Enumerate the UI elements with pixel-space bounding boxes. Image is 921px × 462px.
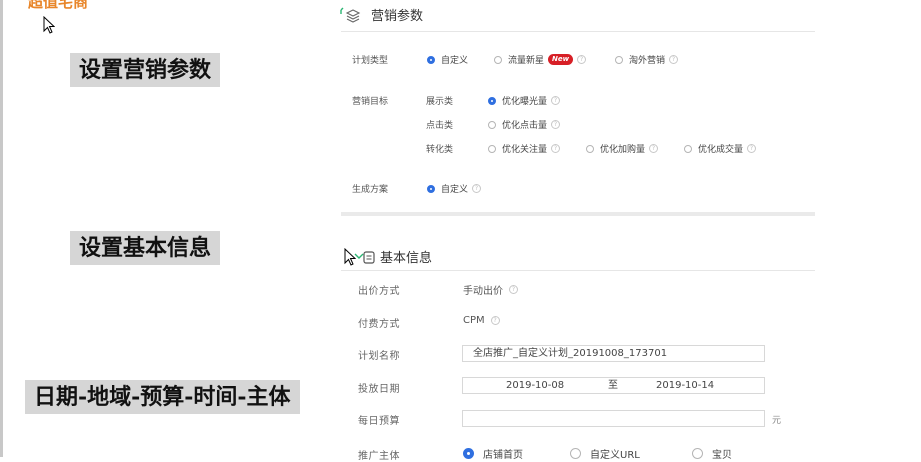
- help-icon[interactable]: ?: [490, 316, 500, 325]
- help-icon[interactable]: ?: [472, 184, 482, 193]
- goal-group-display-label: 展示类: [426, 97, 454, 107]
- plan-gen-custom-option[interactable]: 自定义 ?: [427, 182, 482, 195]
- budget-label: 每日预算: [358, 416, 400, 427]
- left-edge-bar: [0, 0, 3, 457]
- date-separator: 至: [608, 380, 618, 391]
- subject-custom-url-option[interactable]: 自定义URL: [570, 446, 640, 461]
- pay-mode-value: CPM: [463, 315, 485, 326]
- help-icon[interactable]: ?: [551, 96, 561, 105]
- plan-type-label: 计划类型: [352, 56, 389, 66]
- plan-name-input[interactable]: 全店推广_自定义计划_20191008_173701: [462, 345, 765, 362]
- goal-group-conversion-label: 转化类: [426, 145, 454, 155]
- help-icon[interactable]: ?: [669, 55, 679, 64]
- help-icon[interactable]: ?: [551, 120, 561, 129]
- radio-icon[interactable]: [692, 448, 703, 459]
- plan-name-label: 计划名称: [358, 351, 400, 362]
- radio-icon[interactable]: [684, 144, 692, 153]
- label-basic-info: 设置基本信息: [70, 231, 221, 265]
- section-divider: [341, 212, 815, 216]
- plan-type-custom-option[interactable]: 自定义: [427, 53, 468, 66]
- radio-icon[interactable]: [488, 120, 496, 129]
- help-icon[interactable]: ?: [747, 144, 757, 153]
- plan-type-traffic-star-option[interactable]: 流量新星 New ?: [494, 53, 587, 66]
- help-icon[interactable]: ?: [509, 285, 518, 294]
- bid-mode-label: 出价方式: [358, 286, 400, 297]
- goal-group-click-label: 点击类: [426, 121, 454, 131]
- info-card-icon: [354, 250, 375, 264]
- radio-selected-icon[interactable]: [463, 448, 474, 459]
- goal-click-option[interactable]: 优化点击量 ?: [488, 118, 561, 131]
- goal-label: 营销目标: [352, 97, 389, 107]
- budget-unit: 元: [772, 416, 782, 426]
- help-icon[interactable]: ?: [551, 144, 561, 153]
- date-end[interactable]: 2019-10-14: [656, 378, 714, 393]
- basic-header-divider: [341, 270, 815, 271]
- plan-gen-label: 生成方案: [352, 185, 389, 195]
- date-range-input[interactable]: 2019-10-08 至 2019-10-14: [462, 377, 765, 394]
- date-start[interactable]: 2019-10-08: [506, 378, 564, 393]
- mouse-cursor-icon: [43, 16, 55, 34]
- label-marketing-params: 设置营销参数: [70, 53, 221, 87]
- new-badge: New: [548, 54, 574, 65]
- help-icon[interactable]: ?: [577, 55, 587, 64]
- brand-title: 超值宅商: [28, 0, 89, 11]
- goal-exposure-option[interactable]: 优化曝光量 ?: [488, 94, 561, 107]
- radio-selected-icon[interactable]: [427, 55, 435, 64]
- radio-icon[interactable]: [615, 55, 623, 64]
- basic-panel-header: 基本信息: [344, 247, 432, 266]
- bid-mode-value: 手动出价: [463, 286, 503, 297]
- budget-input[interactable]: [462, 410, 765, 427]
- plan-type-external-option[interactable]: 淘外营销 ?: [615, 53, 679, 66]
- bid-mode-value-row: 手动出价 ?: [463, 282, 518, 297]
- layers-icon: [340, 7, 361, 23]
- radio-icon[interactable]: [488, 144, 496, 153]
- radio-icon[interactable]: [586, 144, 594, 153]
- subject-label: 推广主体: [358, 451, 400, 462]
- date-label: 投放日期: [358, 384, 400, 395]
- pay-mode-label: 付费方式: [358, 319, 400, 330]
- radio-icon[interactable]: [570, 448, 581, 459]
- radio-icon[interactable]: [494, 55, 502, 64]
- subject-item-option[interactable]: 宝贝: [692, 446, 732, 461]
- help-icon[interactable]: ?: [649, 144, 659, 153]
- goal-follow-option[interactable]: 优化关注量 ?: [488, 142, 561, 155]
- radio-selected-icon[interactable]: [488, 96, 496, 105]
- marketing-panel-title: 营销参数: [371, 9, 424, 24]
- label-schedule-settings: 日期-地域-预算-时间-主体: [25, 380, 300, 414]
- goal-deal-option[interactable]: 优化成交量 ?: [684, 142, 757, 155]
- radio-selected-icon[interactable]: [427, 184, 435, 193]
- marketing-header-divider: [341, 31, 815, 32]
- goal-add-cart-option[interactable]: 优化加购量 ?: [586, 142, 659, 155]
- marketing-panel-header: 营销参数: [339, 5, 423, 24]
- subject-shop-home-option[interactable]: 店铺首页: [463, 446, 523, 461]
- pay-mode-value-row: CPM ?: [463, 315, 500, 326]
- basic-panel-title: 基本信息: [380, 251, 433, 266]
